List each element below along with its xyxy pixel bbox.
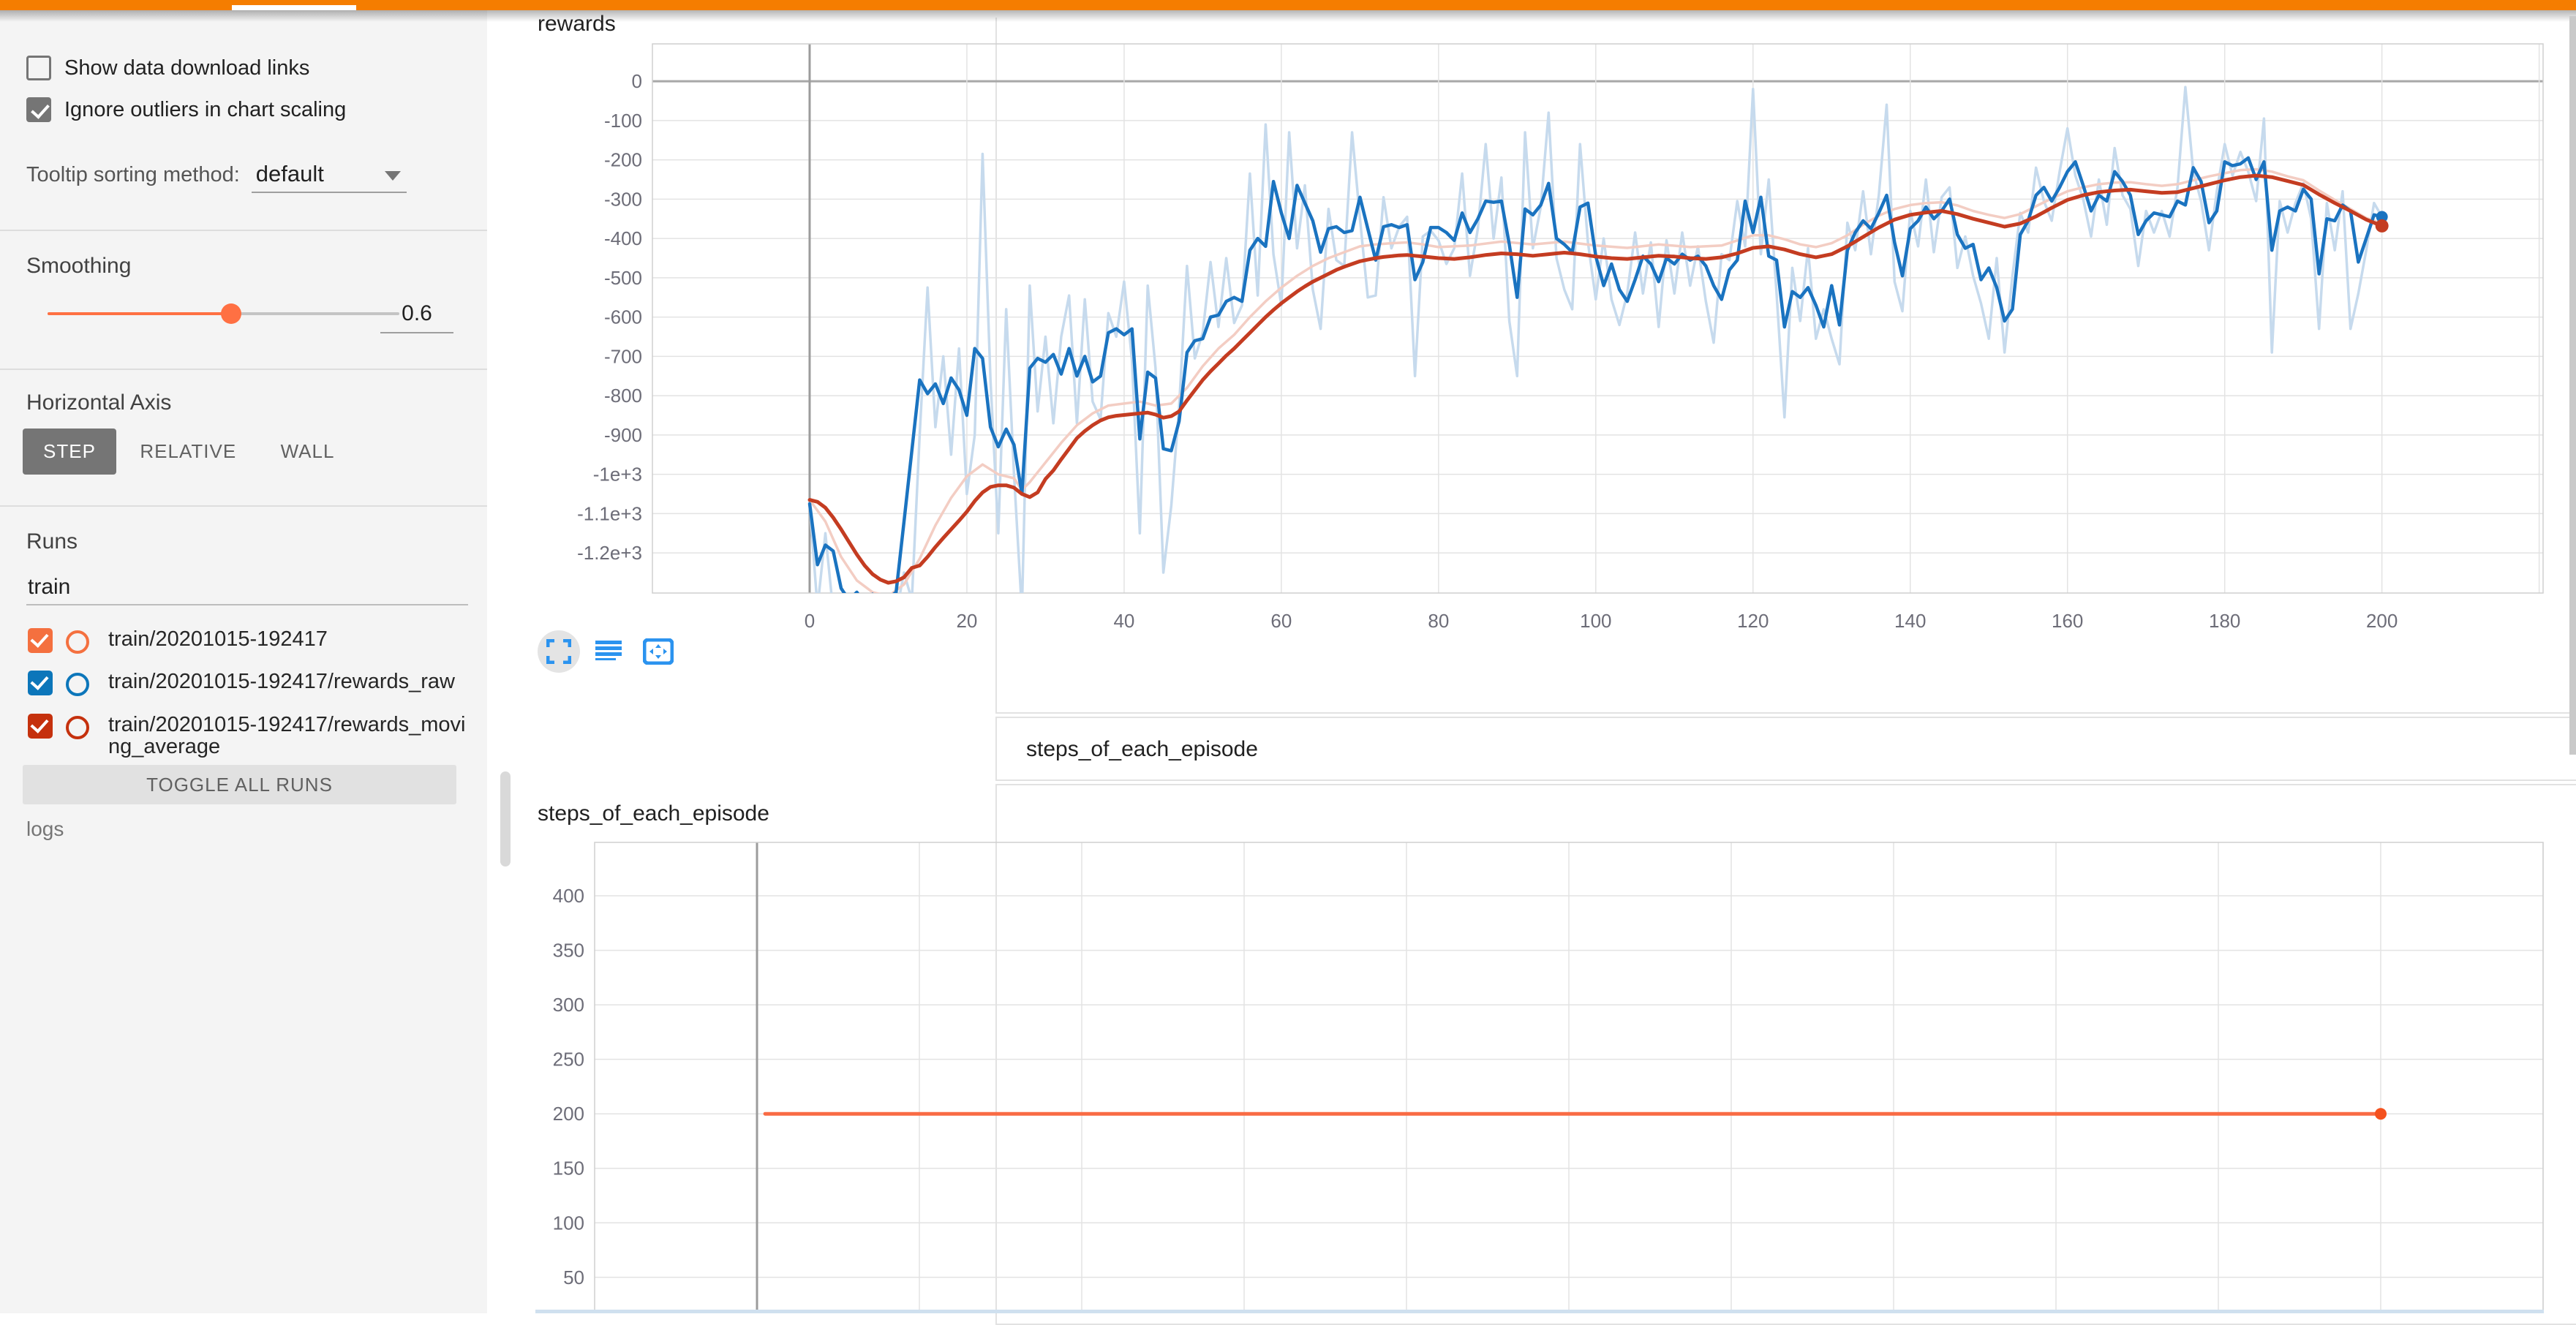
- svg-text:-1e+3: -1e+3: [593, 464, 642, 486]
- svg-text:300: 300: [553, 994, 584, 1016]
- smoothing-value[interactable]: 0.6: [380, 301, 453, 333]
- active-tab-indicator: [232, 5, 356, 10]
- run-color-circle-icon[interactable]: [66, 630, 89, 654]
- settings-sidebar: Show data download links Ignore outliers…: [0, 10, 487, 1313]
- svg-text:80: 80: [1428, 610, 1449, 632]
- svg-text:-200: -200: [604, 149, 642, 171]
- tooltip-sorting-value: default: [252, 161, 324, 187]
- svg-text:-800: -800: [604, 385, 642, 407]
- toggle-all-runs-button[interactable]: TOGGLE ALL RUNS: [23, 765, 456, 804]
- svg-text:50: 50: [563, 1267, 584, 1288]
- ignore-outliers-label: Ignore outliers in chart scaling: [64, 98, 346, 122]
- svg-text:180: 180: [2209, 610, 2240, 632]
- run-label: train/20201015-192417: [108, 628, 328, 650]
- haxis-option-wall[interactable]: WALL: [260, 429, 355, 475]
- show-download-links-row[interactable]: Show data download links: [26, 56, 309, 80]
- svg-text:140: 140: [1894, 610, 1926, 632]
- svg-text:120: 120: [1737, 610, 1769, 632]
- logs-label: logs: [26, 818, 64, 841]
- svg-text:20: 20: [956, 610, 977, 632]
- page-scrollbar[interactable]: [2569, 16, 2576, 755]
- divider: [0, 369, 487, 370]
- haxis-option-step[interactable]: STEP: [23, 429, 116, 475]
- smoothing-label: Smoothing: [26, 254, 131, 279]
- tooltip-sorting-row: Tooltip sorting method: default: [26, 156, 407, 193]
- svg-text:100: 100: [1580, 610, 1611, 632]
- run-label: train/20201015-192417/rewards_moving_ave…: [108, 714, 474, 758]
- svg-text:-1.1e+3: -1.1e+3: [577, 502, 642, 524]
- svg-text:-100: -100: [604, 110, 642, 132]
- run-color-circle-icon[interactable]: [66, 716, 89, 739]
- chart-toolbar: [538, 630, 679, 673]
- svg-text:350: 350: [553, 940, 584, 962]
- run-color-circle-icon[interactable]: [66, 673, 89, 696]
- app-header-bar: [0, 0, 2576, 10]
- ignore-outliers-row[interactable]: Ignore outliers in chart scaling: [26, 97, 346, 122]
- haxis-option-relative[interactable]: RELATIVE: [119, 429, 257, 475]
- smoothing-slider-knob[interactable]: [221, 303, 241, 324]
- divider: [0, 505, 487, 507]
- tooltip-sorting-label: Tooltip sorting method:: [26, 163, 240, 187]
- run-row[interactable]: train/20201015-192417/rewards_moving_ave…: [28, 714, 474, 758]
- horizontal-axis-toggle-group: STEP RELATIVE WALL: [23, 429, 355, 475]
- svg-text:-1.2e+3: -1.2e+3: [577, 542, 642, 564]
- tensorboard-page: Show data download links Ignore outliers…: [0, 0, 2576, 1313]
- fit-domain-button[interactable]: [637, 630, 679, 673]
- svg-text:40: 40: [1113, 610, 1134, 632]
- sidebar-scrollbar[interactable]: [500, 771, 511, 867]
- tooltip-sorting-select[interactable]: default: [252, 156, 407, 193]
- rewards-chart-title: rewards: [538, 12, 616, 37]
- run-row[interactable]: train/20201015-192417: [28, 628, 328, 654]
- svg-text:-300: -300: [604, 188, 642, 210]
- svg-text:160: 160: [2052, 610, 2083, 632]
- svg-text:0: 0: [632, 70, 642, 92]
- svg-text:-500: -500: [604, 267, 642, 289]
- fullscreen-icon: [546, 639, 571, 664]
- show-download-links-checkbox[interactable]: [26, 56, 51, 80]
- chevron-down-icon: [385, 171, 401, 181]
- svg-text:100: 100: [553, 1212, 584, 1234]
- fit-domain-icon: [643, 638, 674, 665]
- svg-text:60: 60: [1270, 610, 1292, 632]
- run-row[interactable]: train/20201015-192417/rewards_raw: [28, 671, 455, 696]
- run-checkbox[interactable]: [28, 714, 53, 739]
- svg-text:-600: -600: [604, 306, 642, 328]
- runs-filter-input[interactable]: [26, 570, 468, 605]
- runs-label: Runs: [26, 529, 78, 554]
- svg-text:-900: -900: [604, 424, 642, 446]
- divider: [0, 230, 487, 231]
- smoothing-slider-fill: [48, 312, 231, 315]
- run-checkbox[interactable]: [28, 628, 53, 653]
- steps-chart-title: steps_of_each_episode: [538, 801, 769, 826]
- run-label: train/20201015-192417/rewards_raw: [108, 671, 455, 692]
- fullscreen-button[interactable]: [538, 630, 580, 673]
- svg-text:-700: -700: [604, 345, 642, 367]
- horizontal-axis-label: Horizontal Axis: [26, 390, 171, 415]
- log-scale-button[interactable]: [587, 630, 630, 673]
- svg-text:200: 200: [2366, 610, 2398, 632]
- partially-visible-element: [535, 1310, 2544, 1313]
- svg-text:250: 250: [553, 1049, 584, 1071]
- svg-text:-400: -400: [604, 227, 642, 249]
- svg-text:200: 200: [553, 1103, 584, 1125]
- svg-text:400: 400: [553, 885, 584, 907]
- run-checkbox[interactable]: [28, 671, 53, 695]
- show-download-links-label: Show data download links: [64, 56, 309, 80]
- log-scale-icon: [595, 639, 622, 664]
- svg-text:150: 150: [553, 1158, 584, 1179]
- ignore-outliers-checkbox[interactable]: [26, 97, 51, 122]
- svg-text:0: 0: [805, 610, 815, 632]
